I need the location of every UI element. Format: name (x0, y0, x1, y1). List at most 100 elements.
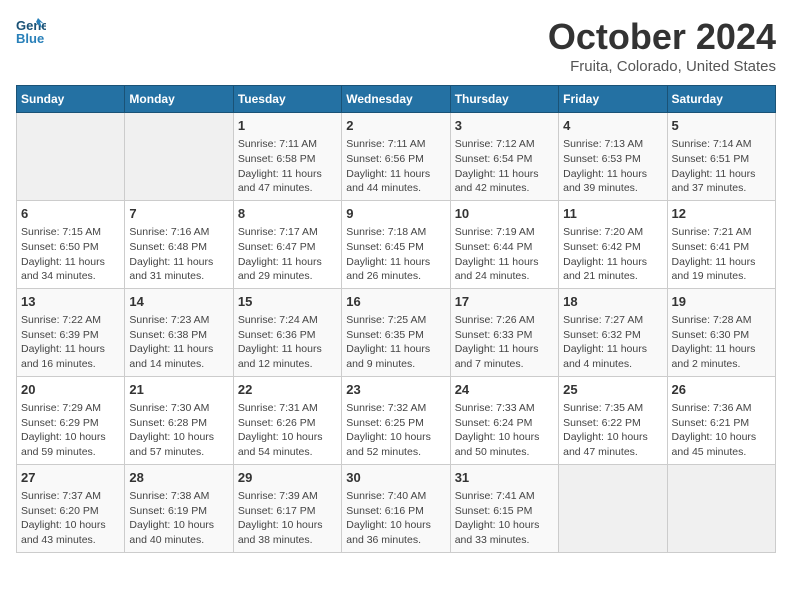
day-info: Sunset: 6:20 PM (21, 504, 120, 519)
day-info: Daylight: 11 hours and 24 minutes. (455, 255, 554, 284)
day-number: 10 (455, 205, 554, 223)
day-number: 17 (455, 293, 554, 311)
day-info: Sunrise: 7:23 AM (129, 313, 228, 328)
calendar-cell: 30Sunrise: 7:40 AMSunset: 6:16 PMDayligh… (342, 464, 450, 552)
calendar-cell: 5Sunrise: 7:14 AMSunset: 6:51 PMDaylight… (667, 113, 775, 201)
day-info: Sunrise: 7:16 AM (129, 225, 228, 240)
calendar-cell: 12Sunrise: 7:21 AMSunset: 6:41 PMDayligh… (667, 200, 775, 288)
day-info: Sunset: 6:25 PM (346, 416, 445, 431)
day-info: Daylight: 11 hours and 14 minutes. (129, 342, 228, 371)
day-number: 29 (238, 469, 337, 487)
calendar-body: 1Sunrise: 7:11 AMSunset: 6:58 PMDaylight… (17, 113, 776, 553)
day-info: Daylight: 10 hours and 45 minutes. (672, 430, 771, 459)
day-info: Sunrise: 7:12 AM (455, 137, 554, 152)
calendar-cell: 14Sunrise: 7:23 AMSunset: 6:38 PMDayligh… (125, 288, 233, 376)
day-info: Daylight: 10 hours and 40 minutes. (129, 518, 228, 547)
day-info: Sunset: 6:44 PM (455, 240, 554, 255)
day-number: 22 (238, 381, 337, 399)
day-info: Sunrise: 7:11 AM (238, 137, 337, 152)
calendar-cell: 26Sunrise: 7:36 AMSunset: 6:21 PMDayligh… (667, 376, 775, 464)
day-info: Daylight: 11 hours and 47 minutes. (238, 167, 337, 196)
day-info: Sunrise: 7:18 AM (346, 225, 445, 240)
day-number: 30 (346, 469, 445, 487)
day-info: Sunrise: 7:29 AM (21, 401, 120, 416)
day-number: 18 (563, 293, 662, 311)
day-info: Sunset: 6:15 PM (455, 504, 554, 519)
calendar-cell: 4Sunrise: 7:13 AMSunset: 6:53 PMDaylight… (559, 113, 667, 201)
day-info: Sunrise: 7:11 AM (346, 137, 445, 152)
calendar-cell: 22Sunrise: 7:31 AMSunset: 6:26 PMDayligh… (233, 376, 341, 464)
day-info: Daylight: 10 hours and 43 minutes. (21, 518, 120, 547)
calendar-cell (667, 464, 775, 552)
day-info: Sunrise: 7:32 AM (346, 401, 445, 416)
calendar-cell: 17Sunrise: 7:26 AMSunset: 6:33 PMDayligh… (450, 288, 558, 376)
calendar-week-row: 20Sunrise: 7:29 AMSunset: 6:29 PMDayligh… (17, 376, 776, 464)
sub-title: Fruita, Colorado, United States (548, 58, 776, 75)
calendar-cell: 20Sunrise: 7:29 AMSunset: 6:29 PMDayligh… (17, 376, 125, 464)
day-info: Sunrise: 7:33 AM (455, 401, 554, 416)
calendar-cell (559, 464, 667, 552)
day-info: Sunrise: 7:38 AM (129, 489, 228, 504)
day-info: Sunrise: 7:27 AM (563, 313, 662, 328)
header-cell-saturday: Saturday (667, 86, 775, 113)
header-cell-sunday: Sunday (17, 86, 125, 113)
day-info: Sunset: 6:56 PM (346, 152, 445, 167)
day-number: 3 (455, 117, 554, 135)
day-info: Sunrise: 7:30 AM (129, 401, 228, 416)
day-info: Daylight: 10 hours and 33 minutes. (455, 518, 554, 547)
day-info: Sunset: 6:29 PM (21, 416, 120, 431)
day-number: 5 (672, 117, 771, 135)
day-info: Sunset: 6:54 PM (455, 152, 554, 167)
calendar-week-row: 27Sunrise: 7:37 AMSunset: 6:20 PMDayligh… (17, 464, 776, 552)
calendar-cell: 29Sunrise: 7:39 AMSunset: 6:17 PMDayligh… (233, 464, 341, 552)
day-info: Daylight: 11 hours and 4 minutes. (563, 342, 662, 371)
calendar-cell: 11Sunrise: 7:20 AMSunset: 6:42 PMDayligh… (559, 200, 667, 288)
calendar-cell: 21Sunrise: 7:30 AMSunset: 6:28 PMDayligh… (125, 376, 233, 464)
calendar-cell: 2Sunrise: 7:11 AMSunset: 6:56 PMDaylight… (342, 113, 450, 201)
header-cell-tuesday: Tuesday (233, 86, 341, 113)
logo-icon: General Blue (16, 16, 46, 46)
day-info: Sunrise: 7:19 AM (455, 225, 554, 240)
calendar-cell: 1Sunrise: 7:11 AMSunset: 6:58 PMDaylight… (233, 113, 341, 201)
day-number: 27 (21, 469, 120, 487)
day-info: Sunset: 6:32 PM (563, 328, 662, 343)
calendar-week-row: 1Sunrise: 7:11 AMSunset: 6:58 PMDaylight… (17, 113, 776, 201)
day-info: Sunset: 6:24 PM (455, 416, 554, 431)
day-info: Sunset: 6:36 PM (238, 328, 337, 343)
day-info: Daylight: 11 hours and 19 minutes. (672, 255, 771, 284)
day-info: Sunset: 6:26 PM (238, 416, 337, 431)
calendar-week-row: 6Sunrise: 7:15 AMSunset: 6:50 PMDaylight… (17, 200, 776, 288)
day-info: Sunrise: 7:15 AM (21, 225, 120, 240)
day-info: Daylight: 11 hours and 29 minutes. (238, 255, 337, 284)
logo: General Blue (16, 16, 46, 46)
day-info: Daylight: 11 hours and 9 minutes. (346, 342, 445, 371)
calendar-cell: 18 Sunrise: 7:27 AMSunset: 6:32 PMDayligh… (559, 288, 667, 376)
day-number: 16 (346, 293, 445, 311)
day-number: 24 (455, 381, 554, 399)
day-number: 7 (129, 205, 228, 223)
day-info: Daylight: 10 hours and 38 minutes. (238, 518, 337, 547)
day-number: 8 (238, 205, 337, 223)
calendar-cell: 15Sunrise: 7:24 AMSunset: 6:36 PMDayligh… (233, 288, 341, 376)
day-info: Daylight: 11 hours and 31 minutes. (129, 255, 228, 284)
header-cell-friday: Friday (559, 86, 667, 113)
day-info: Sunset: 6:35 PM (346, 328, 445, 343)
day-info: Sunset: 6:17 PM (238, 504, 337, 519)
day-info: Sunset: 6:42 PM (563, 240, 662, 255)
day-info: Sunrise: 7:20 AM (563, 225, 662, 240)
calendar-cell: 10 Sunrise: 7:19 AMSunset: 6:44 PMDayligh… (450, 200, 558, 288)
calendar-cell (17, 113, 125, 201)
day-info: Daylight: 11 hours and 37 minutes. (672, 167, 771, 196)
day-info: Daylight: 11 hours and 7 minutes. (455, 342, 554, 371)
day-info: Daylight: 10 hours and 47 minutes. (563, 430, 662, 459)
day-number: 28 (129, 469, 228, 487)
day-info: Daylight: 11 hours and 2 minutes. (672, 342, 771, 371)
calendar-cell: 9Sunrise: 7:18 AMSunset: 6:45 PMDaylight… (342, 200, 450, 288)
day-number: 11 (563, 205, 662, 223)
calendar-cell: 25Sunrise: 7:35 AMSunset: 6:22 PMDayligh… (559, 376, 667, 464)
day-info: Sunset: 6:58 PM (238, 152, 337, 167)
main-title: October 2024 (548, 16, 776, 58)
day-number: 23 (346, 381, 445, 399)
day-info: Sunrise: 7:14 AM (672, 137, 771, 152)
day-info: Sunrise: 7:22 AM (21, 313, 120, 328)
